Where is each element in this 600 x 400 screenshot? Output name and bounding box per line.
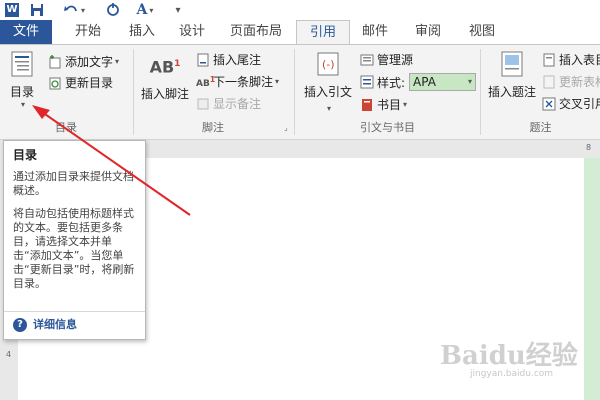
bibliography-label: 书目 [377, 98, 402, 112]
toc-label: 目录 [9, 85, 34, 99]
bibliography-button[interactable]: 书目 ▾ [360, 96, 407, 113]
insert-caption-label: 插入题注 [487, 85, 536, 99]
update-toc-label: 更新目录 [65, 76, 114, 90]
update-table-button[interactable]: 更新表格 [542, 73, 600, 90]
insert-table-figures-button[interactable]: 插入表目 [542, 51, 600, 68]
update-toc-icon [48, 76, 62, 90]
manage-sources-icon [360, 53, 374, 67]
toc-dropdown-icon: ▾ [20, 100, 25, 109]
show-notes-button[interactable]: 显示备注 [196, 95, 261, 112]
svg-text:(-): (-) [322, 58, 335, 71]
update-table-icon [542, 75, 556, 89]
help-icon: ? [13, 318, 27, 332]
show-notes-icon [196, 97, 210, 111]
endnote-icon [196, 53, 210, 67]
footnote-icon: AB1 [149, 57, 181, 77]
watermark-url: jingyan.baidu.com [470, 369, 554, 379]
tab-view[interactable]: 视图 [464, 20, 500, 44]
word-logo: W [3, 0, 21, 20]
style-dropdown-icon[interactable]: ▾ [468, 74, 472, 90]
bibliography-icon [360, 98, 374, 112]
save-icon[interactable] [28, 0, 46, 20]
tab-mailings[interactable]: 邮件 [357, 20, 393, 44]
cross-reference-label: 交叉引用 [559, 97, 600, 111]
insert-citation-label: 插入引文▾ [303, 85, 352, 113]
style-select[interactable]: APA ▾ [409, 73, 477, 91]
ruler-mark: 8 [586, 143, 592, 152]
tab-page-layout[interactable]: 页面布局 [225, 20, 287, 44]
word-logo-icon: W [5, 3, 19, 17]
tab-insert[interactable]: 插入 [124, 20, 160, 44]
insert-endnote-label: 插入尾注 [213, 53, 262, 67]
citation-icon: (-) [317, 52, 339, 76]
insert-citation-button[interactable]: (-) 插入引文▾ [302, 51, 354, 114]
citation-style-control[interactable]: 样式: APA ▾ [360, 73, 477, 91]
caption-icon [501, 51, 523, 77]
table-figures-icon [542, 53, 556, 67]
manage-sources-button[interactable]: 管理源 [360, 51, 413, 68]
toc-tooltip: 目录 通过添加目录来提供文档概述。 将自动包括使用标题样式的文本。要包括更多条目… [3, 140, 146, 340]
tab-review[interactable]: 审阅 [410, 20, 446, 44]
cross-reference-button[interactable]: 交叉引用 [542, 95, 600, 112]
tab-home[interactable]: 开始 [70, 20, 106, 44]
tooltip-description: 通过添加目录来提供文档概述。 [13, 170, 134, 197]
customize-icon[interactable]: ▾ [170, 0, 184, 20]
style-label: 样式: [377, 75, 406, 90]
toc-icon [11, 51, 33, 77]
update-table-label: 更新表格 [559, 75, 600, 89]
quick-access-toolbar: W ▾ A ▾ ▾ [0, 0, 600, 20]
tab-references[interactable]: 引用 [296, 20, 350, 45]
tab-design[interactable]: 设计 [174, 20, 210, 44]
insert-footnote-label: 插入脚注 [140, 87, 189, 101]
cross-reference-icon [542, 97, 556, 111]
vruler-mark: 4 [6, 350, 12, 359]
footnotes-group-label: 脚注 [202, 121, 224, 134]
watermark-logo: Baidu经验 [440, 341, 578, 371]
insert-endnote-button[interactable]: 插入尾注 [196, 51, 261, 68]
insert-table-figures-label: 插入表目 [559, 53, 600, 67]
style-value: APA [413, 75, 436, 89]
toc-button[interactable]: 目录 ▾ [6, 51, 38, 109]
style-icon [360, 75, 374, 89]
manage-sources-label: 管理源 [377, 53, 414, 67]
next-footnote-button[interactable]: AB1 下一条脚注 ▾ [196, 73, 279, 90]
update-toc-button[interactable]: 更新目录 [48, 74, 113, 91]
tooltip-footer: ? 详细信息 [4, 311, 145, 338]
scroll-region[interactable] [584, 158, 600, 400]
insert-footnote-button[interactable]: AB1 插入脚注 [140, 51, 190, 102]
undo-icon[interactable]: ▾ [62, 0, 86, 20]
redo-icon[interactable] [104, 0, 122, 20]
add-text-label: 添加文字 [65, 55, 114, 69]
citations-group-label: 引文与书目 [360, 121, 415, 134]
tab-file[interactable]: 文件 [0, 20, 52, 44]
font-color-icon[interactable]: A ▾ [132, 0, 158, 20]
next-footnote-label: 下一条脚注 [213, 75, 274, 89]
add-text-button[interactable]: 添加文字 ▾ [48, 53, 119, 70]
show-notes-label: 显示备注 [213, 97, 262, 111]
next-footnote-icon: AB1 [196, 74, 216, 89]
add-text-icon [48, 54, 62, 69]
insert-caption-button[interactable]: 插入题注 [486, 51, 538, 100]
tooltip-title: 目录 [13, 148, 38, 162]
captions-group-label: 题注 [529, 121, 552, 134]
tooltip-details: 将自动包括使用标题样式的文本。要包括更多条目，请选择文本并单击“添加文本”。当您… [13, 207, 135, 290]
more-info-link[interactable]: 详细信息 [33, 318, 77, 332]
ribbon: 目录 ▾ 添加文字 ▾ 更新目录 目录 AB1 插入脚注 插入尾注 AB1 下一条… [0, 44, 600, 140]
toc-group-label: 目录 [55, 121, 77, 134]
ribbon-tabs: 文件 开始 插入 设计 页面布局 引用 邮件 审阅 视图 [0, 20, 600, 45]
footnotes-dialog-launcher-icon[interactable]: ⌟ [284, 123, 288, 132]
